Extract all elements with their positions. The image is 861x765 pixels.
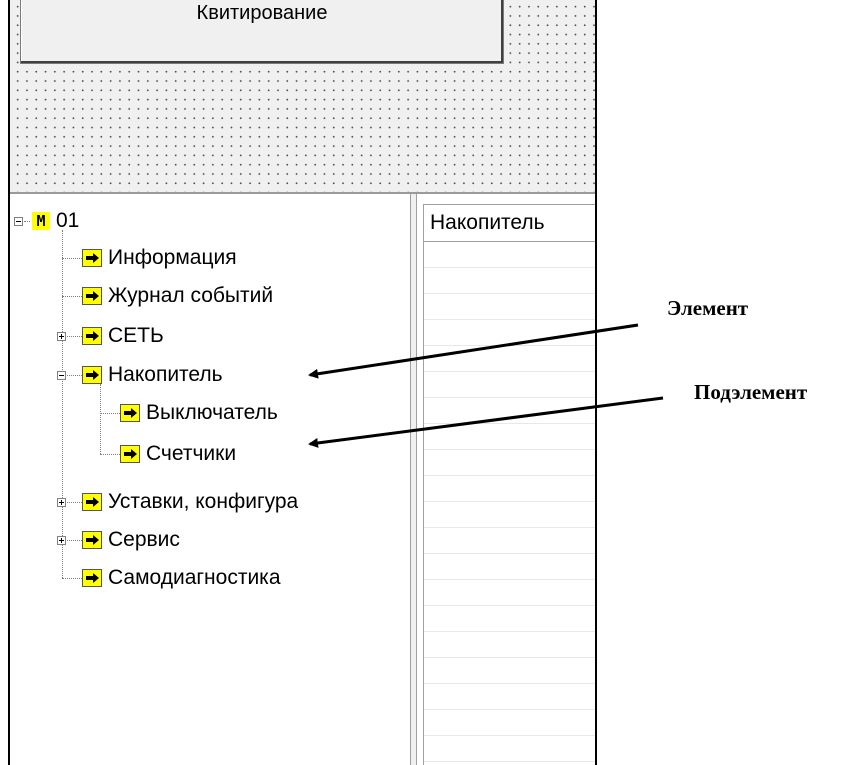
callout-arrow-element <box>308 323 639 379</box>
callout-arrows <box>308 323 664 448</box>
callout-arrow-subelement <box>308 396 664 448</box>
